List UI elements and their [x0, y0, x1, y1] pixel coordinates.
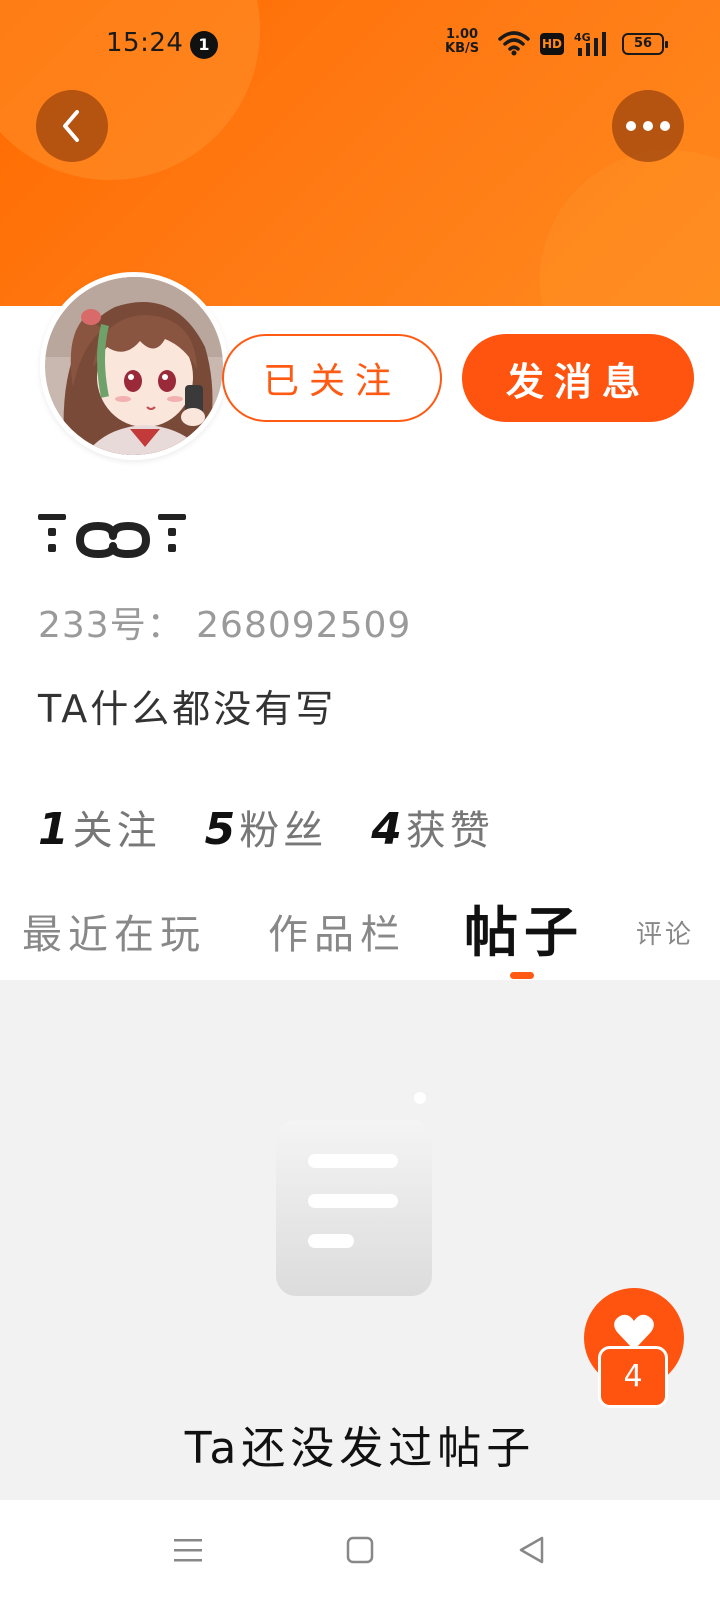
signal-icon: 4G	[574, 31, 606, 56]
status-bar: 15:24 1 1.00 KB/S HD 4G 56	[0, 22, 720, 68]
tab-comments[interactable]: 评论	[636, 914, 694, 951]
stat-label: 关注	[72, 808, 161, 854]
avatar-image	[45, 277, 223, 455]
avatar[interactable]	[40, 272, 228, 460]
system-nav-bar	[0, 1500, 720, 1600]
user-id: 233号： 268092509	[38, 605, 412, 646]
chevron-left-icon	[63, 110, 79, 142]
triangle-back-icon	[519, 1536, 544, 1564]
more-button[interactable]	[612, 90, 684, 162]
square-icon	[346, 1536, 374, 1564]
empty-document-icon	[276, 1092, 432, 1296]
nav-back-button[interactable]	[512, 1530, 552, 1570]
send-message-button[interactable]: 发消息	[462, 334, 694, 422]
stat-followers[interactable]: 5 粉丝	[205, 798, 328, 856]
tab-recently-played[interactable]: 最近在玩	[22, 902, 206, 960]
stat-following[interactable]: 1 关注	[38, 798, 161, 856]
empty-state-text: Ta还没发过帖子	[184, 1423, 536, 1474]
back-button[interactable]	[36, 90, 108, 162]
profile-tabs: 最近在玩 作品栏 帖子 评论	[0, 880, 720, 980]
stat-likes[interactable]: 4 获赞	[371, 798, 494, 856]
stat-number: 5	[204, 804, 236, 855]
network-type-label: 4G	[574, 31, 591, 44]
status-time: 15:24	[106, 28, 184, 58]
tab-works[interactable]: 作品栏	[268, 902, 406, 960]
stat-label: 获赞	[405, 808, 494, 854]
nav-menu-button[interactable]	[168, 1530, 208, 1570]
posts-content: Ta还没发过帖子	[0, 980, 720, 1500]
wifi-icon	[498, 31, 530, 56]
nav-home-button[interactable]	[340, 1530, 380, 1570]
nickname-kaomoji	[38, 514, 186, 558]
network-speed: 1.00 KB/S	[445, 27, 480, 56]
more-dots-icon	[626, 121, 670, 131]
menu-icon	[174, 1539, 202, 1562]
active-tab-indicator	[510, 972, 534, 979]
like-count-badge: 4	[598, 1346, 668, 1408]
stat-label: 粉丝	[239, 808, 328, 854]
battery-indicator: 56	[622, 33, 668, 55]
hd-badge: HD	[540, 33, 564, 55]
notification-badge: 1	[190, 31, 218, 59]
tab-posts[interactable]: 帖子	[464, 888, 584, 967]
stat-number: 4	[371, 804, 402, 855]
stat-number: 1	[38, 804, 69, 855]
followed-button[interactable]: 已关注	[222, 334, 442, 422]
profile-page: 15:24 1 1.00 KB/S HD 4G 56 已关注 发消息 233号：…	[0, 0, 720, 1600]
profile-stats: 1 关注 5 粉丝 4 获赞	[38, 798, 494, 856]
profile-bio: TA什么都没有写	[38, 687, 337, 731]
